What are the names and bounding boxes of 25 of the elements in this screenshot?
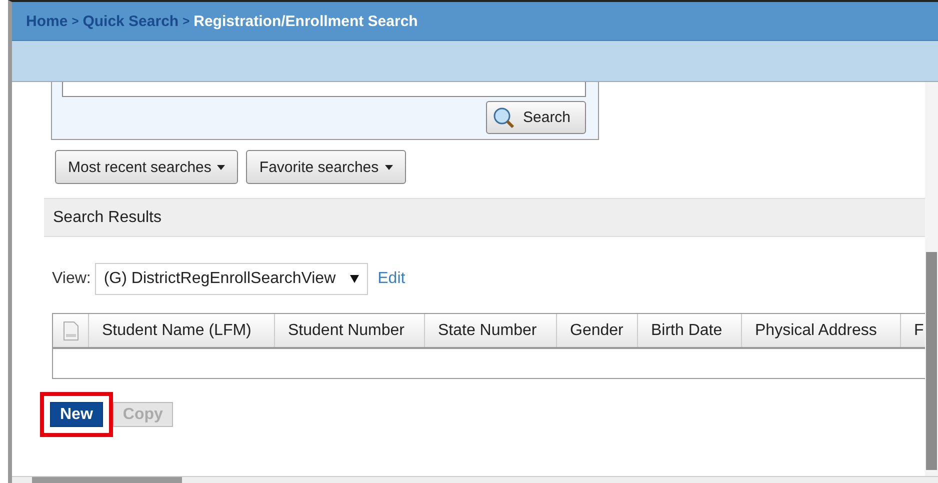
column-header[interactable]: Gender <box>557 314 638 347</box>
page-title: Registration/Enrollment Search <box>194 12 418 30</box>
column-header[interactable]: Student Number <box>275 314 425 347</box>
search-field[interactable] <box>62 82 586 97</box>
caret-icon <box>384 164 393 170</box>
dropdown-button[interactable]: Most recent searches <box>55 150 238 184</box>
search-icon <box>493 106 515 128</box>
breadcrumb-separator: > <box>72 14 79 28</box>
column-header[interactable]: State Number <box>425 314 557 347</box>
section-header: Search Results <box>44 198 925 237</box>
caret-icon <box>350 275 359 283</box>
search-button[interactable]: Search <box>486 101 586 134</box>
view-select[interactable]: (G) DistrictRegEnrollSearchView <box>94 263 368 295</box>
column-header[interactable]: Student Name (LFM) <box>89 314 275 347</box>
breadcrumb-separator: > <box>182 14 190 28</box>
caret-icon <box>217 164 226 170</box>
dropdown-button[interactable]: Favorite searches <box>246 150 406 184</box>
document-icon <box>62 320 78 340</box>
horizontal-scrollbar[interactable] <box>12 476 938 483</box>
column-header[interactable]: Birth Date <box>638 314 742 347</box>
column-header[interactable]: Physical Address <box>742 314 901 347</box>
vertical-scrollbar[interactable] <box>925 82 938 476</box>
view-label: View: <box>52 270 91 288</box>
action-button[interactable]: New <box>50 402 103 427</box>
edit-link[interactable]: Edit <box>378 270 406 288</box>
